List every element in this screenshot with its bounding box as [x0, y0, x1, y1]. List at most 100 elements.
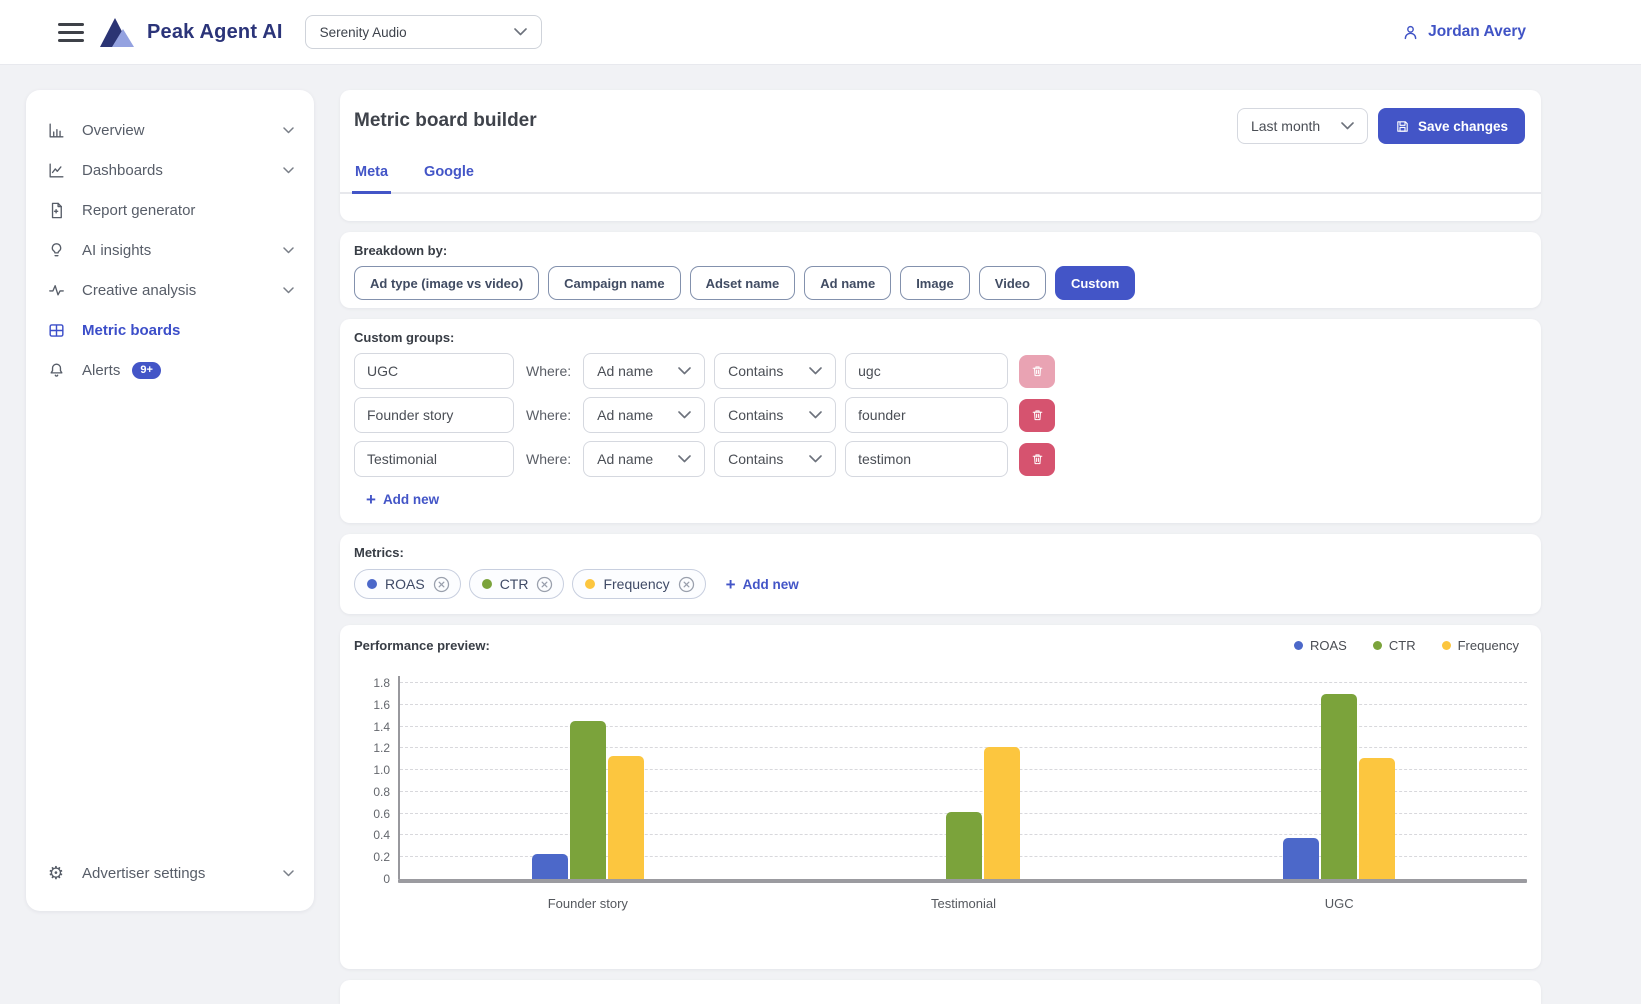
bell-icon [46, 361, 66, 380]
logo-mountain-icon [100, 18, 137, 47]
group-name-input[interactable] [354, 397, 514, 433]
line-chart-icon [46, 161, 66, 180]
match-value-input[interactable] [845, 441, 1008, 477]
field-select[interactable]: Ad name [583, 353, 705, 389]
main-content: Metric board builder Last month Save cha… [340, 90, 1541, 1004]
trash-icon [1031, 452, 1044, 466]
date-range-value: Last month [1251, 118, 1320, 134]
sidebar-item-advertiser-settings[interactable]: ⚙ Advertiser settings [46, 853, 294, 893]
legend-color-dot [1294, 641, 1303, 650]
breakdown-ad-type-image-vs-video[interactable]: Ad type (image vs video) [354, 266, 539, 300]
sidebar-item-creative-analysis[interactable]: Creative analysis [46, 270, 294, 310]
sidebar-item-dashboards[interactable]: Dashboards [46, 150, 294, 190]
bar-ctr [1321, 694, 1357, 879]
sidebar-item-ai-insights[interactable]: AI insights [46, 230, 294, 270]
save-changes-label: Save changes [1418, 119, 1508, 134]
breakdown-options: Ad type (image vs video) Campaign name Ads… [354, 266, 1527, 300]
operator-select[interactable]: Contains [714, 353, 836, 389]
sidebar-item-report-generator[interactable]: Report generator [46, 190, 294, 230]
chevron-down-icon [1341, 122, 1354, 130]
bar-group-testimonial [776, 683, 1152, 879]
operator-select[interactable]: Contains [714, 441, 836, 477]
chevron-down-icon [809, 367, 822, 375]
metrics-label: Metrics: [354, 545, 1527, 560]
chevron-down-icon [283, 287, 294, 294]
group-name-input[interactable] [354, 441, 514, 477]
save-changes-button[interactable]: Save changes [1378, 108, 1525, 144]
plus-icon: + [366, 491, 376, 508]
breakdown-ad-name[interactable]: Ad name [804, 266, 891, 300]
chart-plot: 00.20.40.60.81.01.21.41.61.8 [400, 683, 1527, 879]
match-value-input[interactable] [845, 353, 1008, 389]
breakdown-card: Breakdown by: Ad type (image vs video)Ca… [340, 232, 1541, 308]
delete-group-button[interactable] [1019, 399, 1055, 432]
grid-icon [46, 321, 66, 340]
legend-item-frequency[interactable]: Frequency [1442, 638, 1519, 653]
delete-group-button[interactable] [1019, 355, 1055, 388]
trash-icon [1031, 364, 1044, 378]
chart-legend: ROAS CTR Frequency [1294, 638, 1527, 653]
custom-group-row: Where: Ad name Contains [354, 441, 1527, 477]
app-header: Peak Agent AI Serenity Audio Jordan Aver… [0, 0, 1641, 65]
bar-roas [1283, 838, 1319, 879]
client-selector[interactable]: Serenity Audio [305, 15, 542, 49]
y-tick-label: 1.0 [354, 763, 390, 777]
field-select[interactable]: Ad name [583, 397, 705, 433]
add-group-button[interactable]: + Add new [366, 491, 439, 508]
chevron-down-icon [283, 247, 294, 254]
bar-frequency [984, 747, 1020, 879]
lightbulb-icon [46, 241, 66, 260]
menu-icon[interactable] [58, 23, 84, 42]
add-metric-label: Add new [743, 577, 799, 592]
delete-group-button[interactable] [1019, 443, 1055, 476]
operator-select[interactable]: Contains [714, 397, 836, 433]
field-select[interactable]: Ad name [583, 441, 705, 477]
x-category-label: Testimonial [776, 896, 1152, 911]
breakdown-video[interactable]: Video [979, 266, 1046, 300]
breakdown-image[interactable]: Image [900, 266, 970, 300]
tab-google[interactable]: Google [421, 164, 477, 194]
custom-group-rows: Where: Ad name Contains Where: Ad name C… [354, 353, 1527, 477]
bar-frequency [608, 756, 644, 879]
sidebar-item-overview[interactable]: Overview [46, 110, 294, 150]
where-label: Where: [526, 451, 571, 467]
platform-tabs: Meta Google [340, 164, 1541, 194]
date-range-selector[interactable]: Last month [1237, 108, 1368, 144]
chevron-down-icon [283, 127, 294, 134]
document-icon [46, 201, 66, 220]
chevron-down-icon [809, 411, 822, 419]
next-card-partial [340, 980, 1541, 1004]
legend-item-ctr[interactable]: CTR [1373, 638, 1416, 653]
where-label: Where: [526, 407, 571, 423]
sidebar-item-alerts[interactable]: Alerts 9+ [46, 350, 294, 390]
remove-metric-icon[interactable] [536, 576, 553, 593]
bar-chart: 00.20.40.60.81.01.21.41.61.8 [354, 683, 1527, 883]
board-header-card: Metric board builder Last month Save cha… [340, 90, 1541, 221]
match-value-input[interactable] [845, 397, 1008, 433]
where-label: Where: [526, 363, 571, 379]
pulse-icon [46, 281, 66, 300]
breakdown-campaign-name[interactable]: Campaign name [548, 266, 680, 300]
group-name-input[interactable] [354, 353, 514, 389]
user-icon [1401, 23, 1420, 42]
legend-item-roas[interactable]: ROAS [1294, 638, 1347, 653]
y-tick-label: 0.6 [354, 807, 390, 821]
bar-frequency [1359, 758, 1395, 879]
breakdown-custom[interactable]: Custom [1055, 266, 1135, 300]
legend-color-dot [1442, 641, 1451, 650]
user-name: Jordan Avery [1428, 23, 1526, 41]
chevron-down-icon [678, 455, 691, 463]
chevron-down-icon [678, 411, 691, 419]
sidebar-item-metric-boards[interactable]: Metric boards [46, 310, 294, 350]
remove-metric-icon[interactable] [433, 576, 450, 593]
plus-icon: + [726, 576, 736, 593]
user-menu[interactable]: Jordan Avery [1401, 23, 1526, 42]
y-tick-label: 1.4 [354, 720, 390, 734]
preview-label: Performance preview: [354, 638, 490, 653]
metric-color-dot [482, 579, 492, 589]
breakdown-adset-name[interactable]: Adset name [690, 266, 796, 300]
tab-meta[interactable]: Meta [352, 164, 391, 194]
remove-metric-icon[interactable] [678, 576, 695, 593]
page-title: Metric board builder [354, 110, 537, 132]
add-metric-button[interactable]: + Add new [726, 576, 799, 593]
